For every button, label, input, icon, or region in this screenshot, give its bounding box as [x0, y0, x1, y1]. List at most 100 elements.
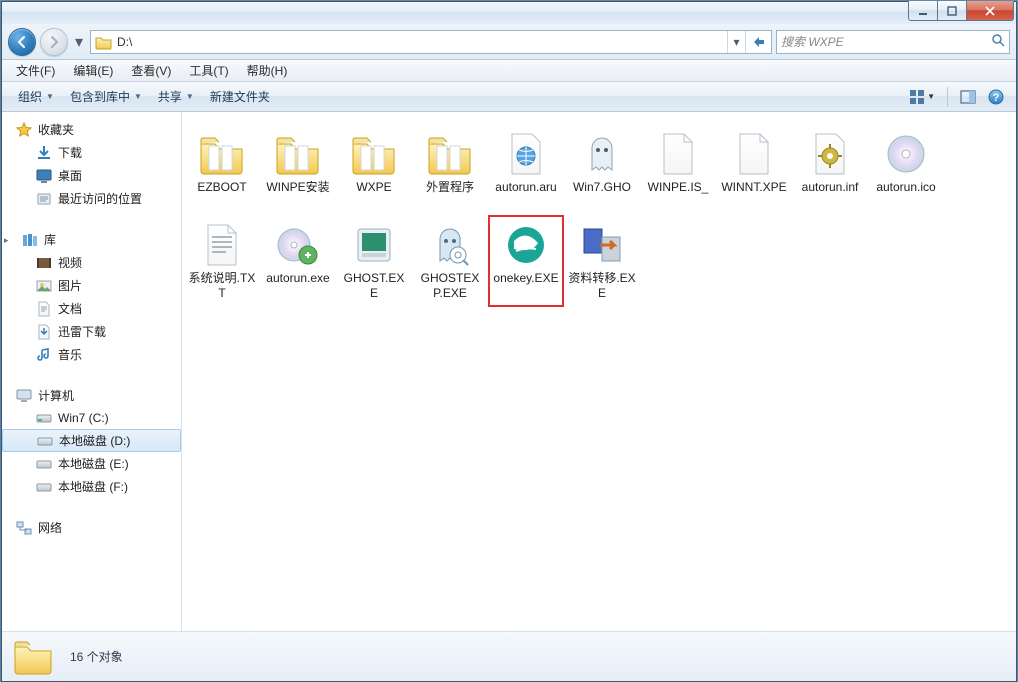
file-icon: [196, 221, 248, 269]
help-button[interactable]: ?: [984, 87, 1008, 107]
menu-tools[interactable]: 工具(T): [181, 60, 236, 81]
address-folder-icon: [95, 34, 113, 50]
file-icon: [652, 130, 704, 178]
libraries-header[interactable]: ▸ 库: [2, 228, 181, 251]
sidebar-item-videos[interactable]: 视频: [2, 251, 181, 274]
drive-icon: [36, 456, 52, 472]
file-icon: [272, 130, 324, 178]
file-label: 外置程序: [426, 180, 474, 195]
menu-help[interactable]: 帮助(H): [239, 60, 296, 81]
file-item[interactable]: onekey.EXE: [488, 215, 564, 307]
separator: [947, 87, 948, 107]
file-icon: [424, 221, 476, 269]
file-icon: [196, 130, 248, 178]
libraries-group: ▸ 库 视频 图片 文档 迅雷下载: [2, 228, 181, 366]
computer-icon: [16, 388, 32, 404]
nav-forward-button[interactable]: [40, 28, 68, 56]
body: 收藏夹 下载 桌面 最近访问的位置 ▸: [2, 112, 1016, 631]
file-item[interactable]: 系统说明.TXT: [184, 215, 260, 307]
file-label: autorun.aru: [495, 180, 556, 195]
drive-icon: [36, 410, 52, 426]
sidebar-item-drive-d[interactable]: 本地磁盘 (D:): [2, 429, 181, 452]
pictures-icon: [36, 278, 52, 294]
sidebar-item-documents[interactable]: 文档: [2, 297, 181, 320]
close-button[interactable]: [966, 1, 1014, 21]
file-item[interactable]: autorun.ico: [868, 124, 944, 201]
minimize-button[interactable]: [908, 1, 938, 21]
file-label: WINPE.IS_: [648, 180, 709, 195]
command-bar: 组织▼ 包含到库中▼ 共享▼ 新建文件夹 ▼ ?: [2, 82, 1016, 112]
folder-icon: [12, 637, 56, 677]
file-item[interactable]: WINPE.IS_: [640, 124, 716, 201]
file-item[interactable]: WXPE: [336, 124, 412, 201]
file-icon: [880, 130, 932, 178]
network-header[interactable]: 网络: [2, 516, 181, 539]
include-in-library-button[interactable]: 包含到库中▼: [62, 84, 150, 109]
file-item[interactable]: autorun.exe: [260, 215, 336, 307]
menu-edit[interactable]: 编辑(E): [65, 60, 121, 81]
file-list[interactable]: EZBOOT WINPE安装 WXPE 外置程序 autorun.aru Win7.GHO…: [182, 112, 1016, 631]
file-item[interactable]: WINNT.XPE: [716, 124, 792, 201]
preview-pane-button[interactable]: [956, 87, 980, 107]
nav-bar: ▾ D:\ ▾ 搜索 WXPE: [2, 24, 1016, 60]
menu-view[interactable]: 查看(V): [123, 60, 179, 81]
chevron-down-icon: ▼: [134, 92, 142, 101]
navigation-pane[interactable]: 收藏夹 下载 桌面 最近访问的位置 ▸: [2, 112, 182, 631]
address-bar[interactable]: D:\ ▾: [90, 30, 772, 54]
address-path: D:\: [117, 35, 727, 49]
file-item[interactable]: autorun.aru: [488, 124, 564, 201]
favorites-group: 收藏夹 下载 桌面 最近访问的位置: [2, 118, 181, 210]
file-item[interactable]: GHOSTEXP.EXE: [412, 215, 488, 307]
sidebar-item-xunlei[interactable]: 迅雷下载: [2, 320, 181, 343]
sidebar-item-drive-e[interactable]: 本地磁盘 (E:): [2, 452, 181, 475]
drive-icon: [36, 479, 52, 495]
file-label: GHOSTEXP.EXE: [416, 271, 484, 301]
sidebar-item-downloads[interactable]: 下载: [2, 141, 181, 164]
go-button[interactable]: [745, 31, 771, 53]
file-icon: [576, 130, 628, 178]
expander-icon[interactable]: ▸: [4, 235, 14, 245]
view-mode-button[interactable]: ▼: [905, 87, 939, 107]
file-item[interactable]: EZBOOT: [184, 124, 260, 201]
file-icon: [728, 130, 780, 178]
file-label: autorun.ico: [876, 180, 935, 195]
file-item[interactable]: Win7.GHO: [564, 124, 640, 201]
status-bar: 16 个对象: [2, 631, 1016, 681]
address-dropdown[interactable]: ▾: [727, 31, 745, 53]
maximize-button[interactable]: [937, 1, 967, 21]
file-label: WINPE安装: [266, 180, 329, 195]
music-icon: [36, 347, 52, 363]
status-count: 16 个对象: [70, 648, 123, 665]
sidebar-item-desktop[interactable]: 桌面: [2, 164, 181, 187]
drive-icon: [37, 433, 53, 449]
sidebar-item-recent[interactable]: 最近访问的位置: [2, 187, 181, 210]
title-bar: [2, 2, 1016, 24]
favorites-header[interactable]: 收藏夹: [2, 118, 181, 141]
chevron-down-icon: ▼: [186, 92, 194, 101]
file-item[interactable]: autorun.inf: [792, 124, 868, 201]
new-folder-button[interactable]: 新建文件夹: [202, 84, 278, 109]
file-label: Win7.GHO: [573, 180, 631, 195]
search-box[interactable]: 搜索 WXPE: [776, 30, 1010, 54]
computer-header[interactable]: 计算机: [2, 384, 181, 407]
nav-history-dropdown[interactable]: ▾: [72, 31, 86, 53]
file-icon: [500, 221, 552, 269]
search-icon: [991, 33, 1005, 50]
file-item[interactable]: WINPE安装: [260, 124, 336, 201]
file-item[interactable]: 资料转移.EXE: [564, 215, 640, 307]
sidebar-item-drive-c[interactable]: Win7 (C:): [2, 407, 181, 429]
download-icon: [36, 145, 52, 161]
file-item[interactable]: GHOST.EXE: [336, 215, 412, 307]
search-placeholder: 搜索 WXPE: [781, 33, 844, 50]
menu-bar: 文件(F) 编辑(E) 查看(V) 工具(T) 帮助(H): [2, 60, 1016, 82]
share-button[interactable]: 共享▼: [150, 84, 202, 109]
menu-file[interactable]: 文件(F): [8, 60, 63, 81]
sidebar-item-music[interactable]: 音乐: [2, 343, 181, 366]
explorer-window: ▾ D:\ ▾ 搜索 WXPE 文件(F) 编辑(E) 查看(V) 工具(T) …: [1, 1, 1017, 682]
file-item[interactable]: 外置程序: [412, 124, 488, 201]
sidebar-item-drive-f[interactable]: 本地磁盘 (F:): [2, 475, 181, 498]
nav-back-button[interactable]: [8, 28, 36, 56]
sidebar-item-pictures[interactable]: 图片: [2, 274, 181, 297]
file-icon: [804, 130, 856, 178]
organize-button[interactable]: 组织▼: [10, 84, 62, 109]
